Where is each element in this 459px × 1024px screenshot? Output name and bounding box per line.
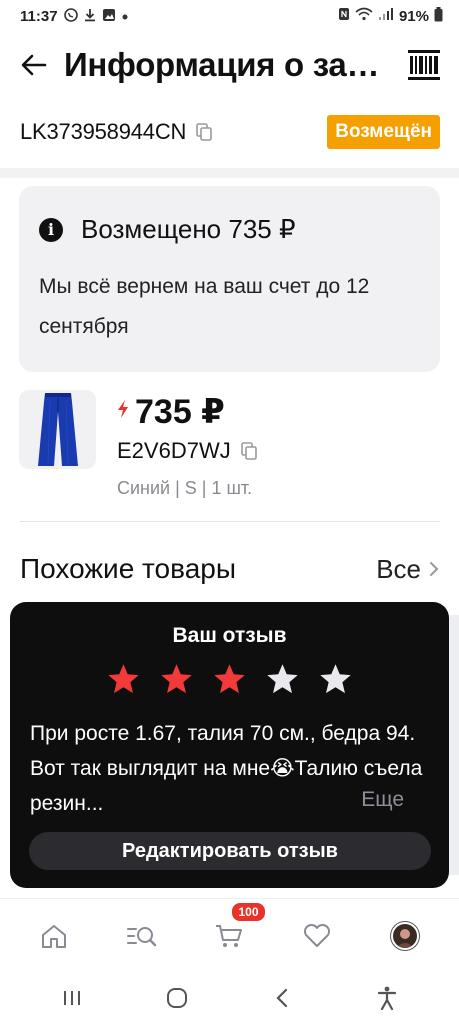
recents-icon — [64, 991, 81, 1005]
nav-profile[interactable] — [380, 911, 430, 961]
signal-icon — [378, 7, 394, 25]
image-icon — [102, 8, 116, 25]
star-icon[interactable] — [159, 662, 194, 697]
copy-icon[interactable] — [196, 123, 213, 141]
accessibility-button[interactable] — [367, 978, 407, 1018]
app-header: Информация о заказе — [0, 32, 459, 98]
status-time: 11:37 — [20, 7, 58, 25]
home-circle-icon — [167, 988, 188, 1008]
star-icon[interactable] — [265, 662, 300, 697]
product-item[interactable]: 735 ₽ E2V6D7WJ Синий | S | 1 шт. — [19, 390, 440, 510]
info-icon: i — [39, 217, 63, 242]
similar-title: Похожие товары — [20, 553, 236, 584]
back-button-system[interactable] — [262, 978, 302, 1018]
nav-favorites[interactable] — [292, 911, 342, 961]
section-separator — [0, 168, 459, 178]
back-button[interactable] — [18, 49, 50, 81]
nav-home[interactable] — [29, 911, 79, 961]
nav-cart[interactable]: 100 — [204, 900, 267, 961]
order-number: LK373958944CN — [20, 119, 187, 144]
similar-all-label: Все — [376, 553, 421, 584]
dot-icon — [122, 9, 128, 23]
profile-avatar — [391, 921, 420, 950]
review-card: Ваш отзыв При росте 1.67, талия 70 см., … — [10, 602, 449, 888]
back-chevron-icon — [276, 988, 287, 1008]
battery-text: 91% — [398, 7, 429, 25]
cart-count-badge: 100 — [230, 900, 267, 923]
battery-icon — [434, 6, 443, 26]
product-image[interactable] — [19, 390, 96, 469]
recents-button[interactable] — [52, 978, 92, 1018]
accessibility-icon — [377, 986, 396, 1010]
arrow-left-icon — [21, 54, 47, 76]
home-icon — [41, 924, 66, 948]
more-link[interactable]: Еще — [355, 788, 404, 812]
refund-text: Мы всё вернем на ваш счет до 12 сентября — [39, 275, 370, 338]
refund-title: Возмещено 735 ₽ — [81, 214, 296, 244]
wifi-icon — [355, 7, 373, 25]
review-title: Ваш отзыв — [172, 624, 287, 647]
page-title: Информация о заказе — [64, 46, 384, 83]
barcode-icon — [408, 50, 440, 80]
download-icon — [84, 8, 96, 25]
star-icon[interactable] — [106, 662, 141, 697]
similar-products-header: Похожие товары Все — [20, 546, 439, 592]
status-badge: Возмещён — [327, 115, 440, 149]
divider — [20, 521, 440, 522]
nav-catalog[interactable] — [117, 911, 167, 961]
bottom-nav: 100 — [0, 898, 459, 972]
product-sku: E2V6D7WJ — [117, 438, 231, 463]
heart-icon — [304, 923, 331, 947]
product-variant: Синий | S | 1 шт. — [117, 478, 253, 498]
jeans-image — [37, 393, 78, 466]
status-bar: 11:37 91% — [0, 0, 459, 32]
nfc-icon — [338, 7, 350, 25]
catalog-search-icon — [126, 926, 156, 946]
order-number-row: LK373958944CN Возмещён — [20, 112, 440, 152]
home-button[interactable] — [157, 978, 197, 1018]
system-navigation-bar — [0, 972, 459, 1024]
refund-info-card: i Возмещено 735 ₽ Мы всё вернем на ваш с… — [19, 186, 440, 372]
copy-sku-icon[interactable] — [240, 442, 257, 460]
star-icon[interactable] — [318, 662, 353, 697]
similar-all-link[interactable]: Все — [376, 554, 439, 585]
star-icon[interactable] — [212, 662, 247, 697]
chevron-right-icon — [429, 561, 439, 577]
product-price: 735 ₽ — [135, 393, 225, 431]
viber-icon — [63, 7, 78, 25]
rating-stars[interactable] — [10, 662, 449, 697]
lightning-icon — [117, 400, 129, 424]
cart-icon — [216, 924, 243, 947]
edit-review-button[interactable]: Редактировать отзыв — [29, 832, 431, 870]
barcode-button[interactable] — [405, 46, 443, 84]
